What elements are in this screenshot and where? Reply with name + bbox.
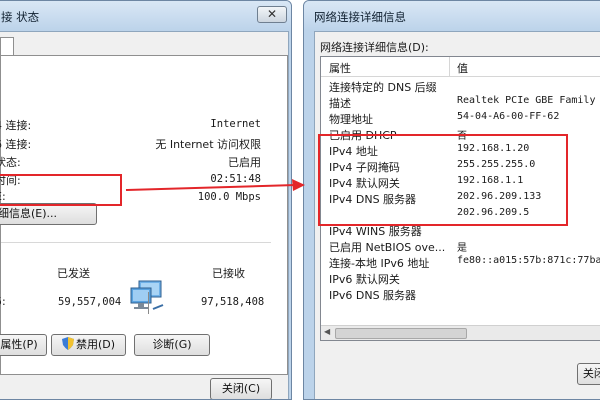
- activity-divider: [148, 292, 149, 314]
- details-button-highlight: [0, 174, 122, 206]
- diagnose-button[interactable]: 诊断(G): [134, 334, 210, 356]
- details-row[interactable]: 连接-本地 IPv6 地址 fe80::a015:57b:871c:77ba%: [321, 255, 600, 270]
- received-label: 已接收: [212, 267, 245, 280]
- value-cell: fe80::a015:57b:871c:77ba%: [457, 255, 600, 266]
- ipv4-connectivity-value: Internet: [210, 118, 261, 130]
- property-cell: 描述: [329, 97, 351, 110]
- column-header-property[interactable]: 属性: [329, 60, 351, 76]
- details-window-title: 网络连接详细信息: [314, 10, 406, 24]
- ipv6-connectivity-value: 无 Internet 访问权限: [155, 138, 261, 151]
- media-state-value: 已启用: [228, 156, 261, 169]
- value-cell: Realtek PCIe GBE Family C: [457, 95, 600, 106]
- speed-value: 100.0 Mbps: [197, 191, 261, 203]
- status-close-bottom-button[interactable]: 关闭(C): [210, 378, 272, 399]
- scrollbar-thumb[interactable]: [335, 328, 467, 339]
- property-cell: 已启用 NetBIOS ove...: [329, 241, 446, 254]
- details-row[interactable]: IPv6 默认网关: [321, 271, 600, 286]
- ipv4-connectivity-label: 4 连接:: [0, 119, 32, 132]
- value-cell: 是: [457, 243, 467, 254]
- property-cell: IPv6 默认网关: [329, 273, 400, 286]
- bytes-sent-value: 59,557,004: [58, 296, 122, 308]
- status-titlebar: 接 状态 ✕: [0, 1, 291, 31]
- bytes-label: 5:: [0, 295, 6, 308]
- details-list-header: 属性 值: [321, 57, 600, 77]
- details-close-button[interactable]: 关闭(C): [577, 363, 600, 385]
- details-row[interactable]: 物理地址 54-04-A6-00-FF-62: [321, 111, 600, 126]
- details-row[interactable]: IPv6 DNS 服务器: [321, 287, 600, 302]
- property-cell: 连接-本地 IPv6 地址: [329, 257, 430, 270]
- status-panel: 4 连接: Internet 6 连接: 无 Internet 访问权限 状态:…: [0, 55, 288, 375]
- details-row[interactable]: 连接特定的 DNS 后缀: [321, 79, 600, 94]
- property-cell: IPv6 DNS 服务器: [329, 289, 417, 302]
- properties-button[interactable]: 属性(P): [0, 334, 47, 356]
- status-body: 4 连接: Internet 6 连接: 无 Internet 访问权限 状态:…: [0, 31, 289, 399]
- ipv6-connectivity-label: 6 连接:: [0, 138, 32, 151]
- details-row[interactable]: 已启用 NetBIOS ove... 是: [321, 239, 600, 254]
- property-cell: 物理地址: [329, 113, 373, 126]
- bytes-received-value: 97,518,408: [201, 296, 265, 308]
- duration-value: 02:51:48: [210, 173, 261, 185]
- details-row[interactable]: 描述 Realtek PCIe GBE Family C: [321, 95, 600, 110]
- scroll-left-icon[interactable]: ◀: [324, 327, 330, 336]
- value-cell: 54-04-A6-00-FF-62: [457, 111, 560, 122]
- ipv4-rows-highlight: [318, 134, 568, 226]
- activity-separator: [1, 242, 271, 243]
- diagnose-button-label: 诊断(G): [152, 338, 192, 351]
- details-button[interactable]: 细信息(E)...: [0, 203, 97, 225]
- details-section-label: 网络连接详细信息(D):: [320, 41, 429, 54]
- status-close-button[interactable]: ✕: [257, 6, 287, 23]
- details-titlebar: 网络连接详细信息: [304, 1, 600, 31]
- sent-label: 已发送: [57, 267, 90, 280]
- column-header-value[interactable]: 值: [457, 60, 468, 76]
- property-cell: 连接特定的 DNS 后缀: [329, 81, 437, 94]
- media-state-label: 状态:: [0, 156, 21, 169]
- network-computers-icon: [130, 280, 164, 310]
- disable-button[interactable]: 禁用(D): [51, 334, 126, 356]
- column-divider[interactable]: [449, 57, 450, 76]
- shield-icon: [61, 337, 74, 350]
- horizontal-scrollbar[interactable]: ◀: [321, 325, 600, 340]
- tab-general[interactable]: [0, 37, 14, 56]
- status-window-title: 接 状态: [1, 10, 40, 24]
- disable-button-label: 禁用(D): [75, 338, 116, 351]
- properties-button-label: 属性(P): [0, 338, 38, 351]
